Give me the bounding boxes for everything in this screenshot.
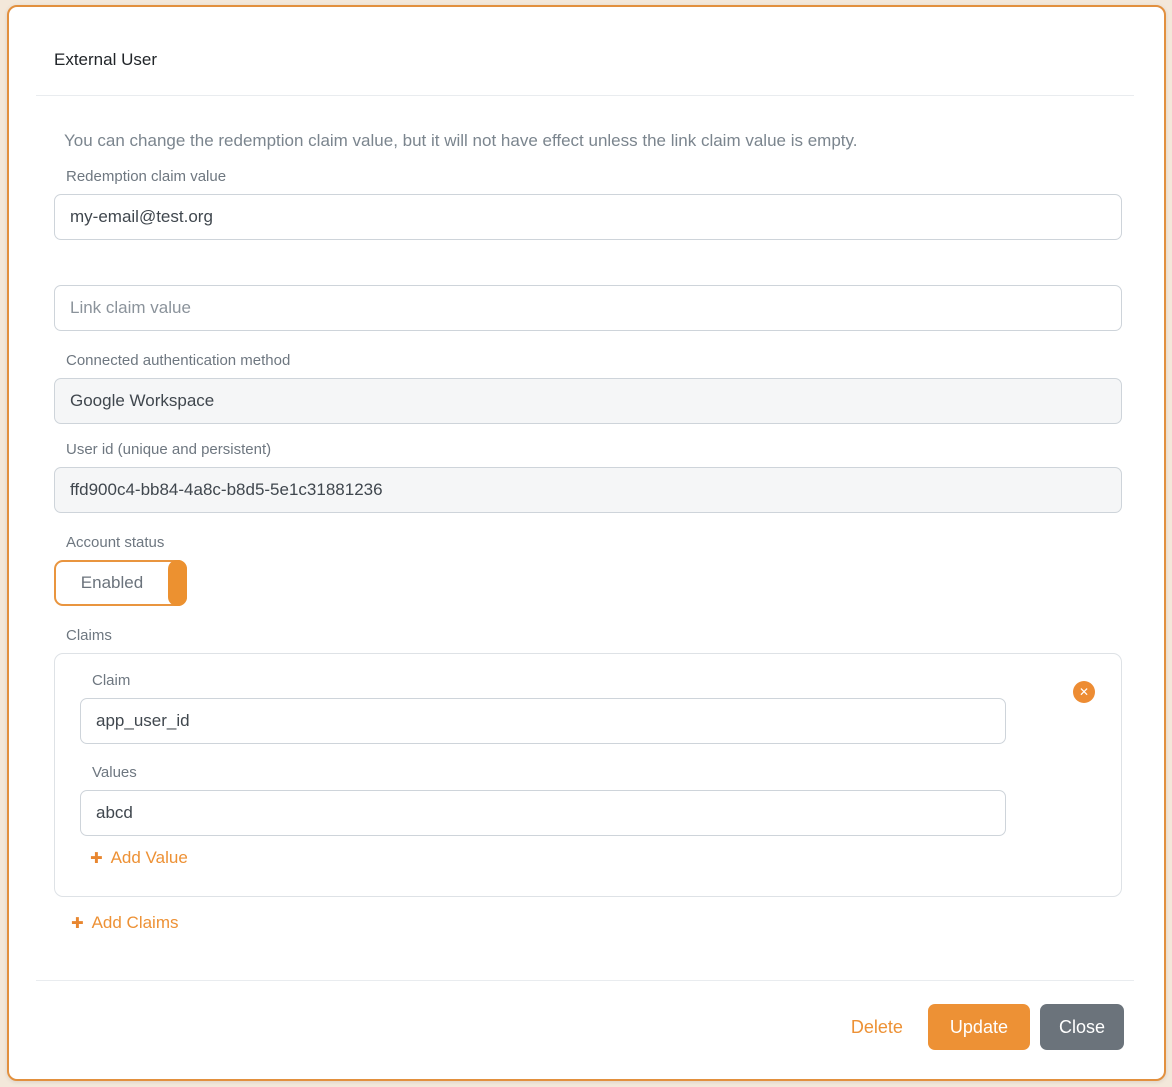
link-claim-input[interactable]: [54, 285, 1122, 331]
redemption-claim-input[interactable]: [54, 194, 1122, 240]
modal-title: External User: [54, 47, 1136, 73]
redemption-claim-group: Redemption claim value: [54, 167, 1122, 240]
auth-method-group: Connected authentication method: [54, 351, 1122, 424]
info-text: You can change the redemption claim valu…: [64, 128, 1122, 154]
auth-method-input: [54, 378, 1122, 424]
auth-method-label: Connected authentication method: [66, 351, 1122, 371]
close-button[interactable]: Close: [1040, 1004, 1124, 1050]
toggle-knob[interactable]: [168, 560, 187, 606]
add-value-label: Add Value: [111, 848, 188, 868]
claim-name-label: Claim: [92, 671, 1006, 691]
delete-button[interactable]: Delete: [851, 1017, 903, 1038]
redemption-claim-label: Redemption claim value: [66, 167, 1122, 187]
claims-group: Claims ✕ Claim Values ✚ Add Value ✚ Add …: [54, 626, 1122, 933]
plus-icon: ✚: [90, 851, 103, 866]
modal-body: You can change the redemption claim valu…: [9, 96, 1164, 933]
claim-value-input[interactable]: [80, 790, 1006, 836]
claim-values-label: Values: [92, 763, 1006, 783]
modal-header: External User: [9, 7, 1164, 73]
remove-claim-button[interactable]: ✕: [1073, 681, 1095, 703]
claims-label: Claims: [66, 626, 1122, 646]
link-claim-group: [54, 285, 1122, 331]
update-button[interactable]: Update: [928, 1004, 1030, 1050]
user-id-input: [54, 467, 1122, 513]
add-claims-label: Add Claims: [92, 913, 179, 933]
account-status-group: Account status Enabled: [54, 533, 1122, 606]
plus-icon: ✚: [71, 916, 84, 931]
external-user-modal: External User You can change the redempt…: [7, 5, 1166, 1081]
toggle-state-label: Enabled: [81, 573, 143, 593]
modal-footer: Delete Update Close: [9, 981, 1164, 1050]
claim-item: ✕ Claim Values ✚ Add Value: [54, 653, 1122, 897]
add-claims-button[interactable]: ✚ Add Claims: [71, 913, 179, 933]
account-status-toggle[interactable]: Enabled: [54, 560, 187, 606]
user-id-label: User id (unique and persistent): [66, 440, 1122, 460]
claim-name-input[interactable]: [80, 698, 1006, 744]
times-circle-icon: ✕: [1079, 686, 1089, 698]
user-id-group: User id (unique and persistent): [54, 440, 1122, 513]
account-status-label: Account status: [66, 533, 1122, 553]
add-value-button[interactable]: ✚ Add Value: [90, 848, 188, 868]
